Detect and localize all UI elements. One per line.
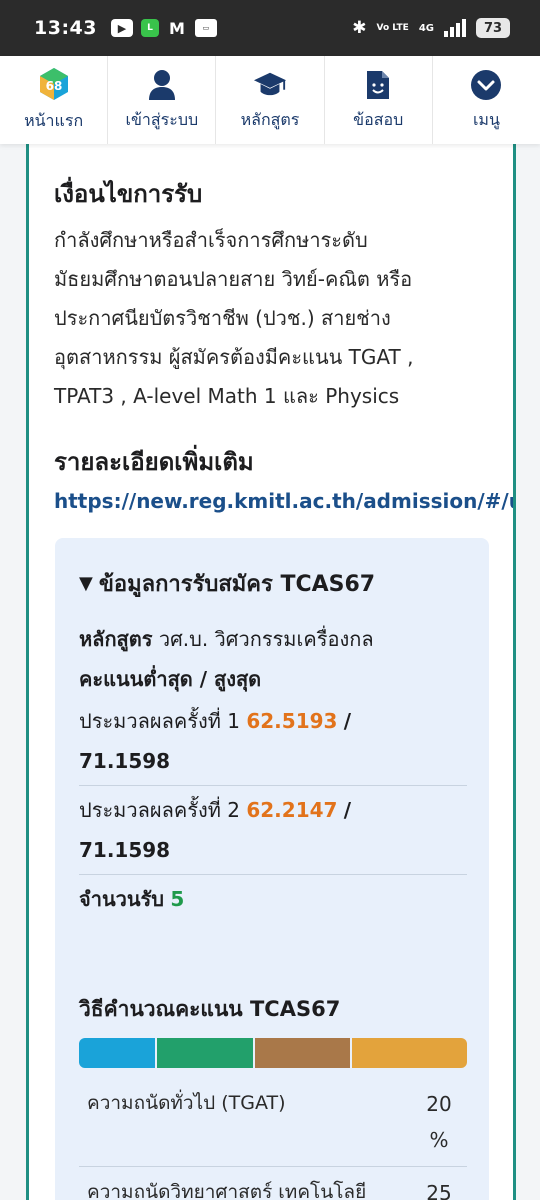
nav-home[interactable]: 68 หน้าแรก — [0, 56, 109, 144]
round-2: ประมวลผลครั้งที่ 2 62.2147 / 71.1598 — [79, 788, 467, 872]
card-title: ข้อมูลการรับสมัคร TCAS67 — [98, 572, 376, 597]
round-max-score: 71.1598 — [79, 838, 171, 862]
divider — [79, 785, 467, 786]
program-row: หลักสูตร วศ.บ. วิศวกรรมเครื่องกล — [79, 619, 467, 659]
bluetooth-icon: ✱ — [352, 18, 367, 38]
subject-name: ความถนัดทั่วไป (TGAT) — [87, 1092, 286, 1114]
notification-icons: ▶ L M ▭ — [110, 18, 217, 38]
condition-heading: เงื่อนไขการรับ — [54, 180, 203, 208]
score-separator: / — [343, 709, 352, 733]
home-logo-text: 68 — [45, 79, 62, 93]
table-row: ความถนัดวิทยาศาสตร์ เทคโนโลยี 25 — [79, 1167, 467, 1200]
seats-row: จำนวนรับ 5 — [79, 879, 467, 919]
condition-line: กำลังศึกษาหรือสำเร็จการศึกษาระดับ — [54, 228, 368, 252]
weight-bar-segment — [352, 1038, 467, 1068]
program-value: วศ.บ. วิศวกรรมเครื่องกล — [158, 627, 374, 651]
round-label: ประมวลผลครั้งที่ 2 — [79, 798, 240, 822]
line-app-icon: L — [140, 19, 159, 37]
chevron-down-circle-icon — [469, 68, 503, 102]
app-notification-icon: ▭ — [194, 19, 217, 37]
battery-icon: 73 — [476, 18, 510, 38]
subject-weight: 25 — [411, 1175, 467, 1200]
status-time: 13:43 — [34, 17, 97, 39]
score-heading: คะแนนต่ำสุด / สูงสุด — [79, 667, 262, 691]
nav-home-label: หน้าแรก — [24, 110, 84, 130]
seats-label: จำนวนรับ — [79, 887, 164, 911]
subject-name: ความถนัดวิทยาศาสตร์ เทคโนโลยี — [87, 1181, 367, 1200]
admission-link[interactable]: https://new.reg.kmitl.ac.th/admission/#/… — [54, 489, 513, 513]
subject-weight: 20 % — [411, 1086, 467, 1158]
network-type: 4G — [418, 22, 434, 34]
nav-exams[interactable]: ข้อสอบ — [325, 56, 433, 144]
nav-courses[interactable]: หลักสูตร — [216, 56, 325, 144]
nav-courses-label: หลักสูตร — [240, 109, 300, 129]
condition-text: กำลังศึกษาหรือสำเร็จการศึกษาระดับ มัธยมศ… — [54, 221, 494, 416]
round-min-score: 62.2147 — [246, 798, 338, 822]
condition-line: TPAT3 , A-level Math 1 และ Physics — [54, 384, 400, 408]
gmail-icon: M — [169, 18, 185, 38]
signal-icon — [444, 19, 466, 37]
program-label: หลักสูตร — [79, 627, 153, 651]
weight-table: ความถนัดทั่วไป (TGAT) 20 % ความถนัดวิทยา… — [79, 1078, 467, 1200]
status-bar: 13:43 ▶ L M ▭ ✱ Vo LTE 4G 73 — [0, 0, 540, 56]
nav-menu[interactable]: เมนู — [433, 56, 540, 144]
round-label: ประมวลผลครั้งที่ 1 — [79, 709, 240, 733]
top-navigation: 68 หน้าแรก เข้าสู่ระบบ หลักสูตร ข้อสอบ เ… — [0, 56, 540, 144]
tcas-info-card: ▼ ข้อมูลการรับสมัคร TCAS67 หลักสูตร วศ.บ… — [55, 538, 489, 1200]
graduation-cap-icon — [253, 68, 287, 102]
table-row: ความถนัดทั่วไป (TGAT) 20 % — [79, 1078, 467, 1167]
condition-line: ประกาศนียบัตรวิชาชีพ (ปวช.) สายช่าง — [54, 306, 391, 330]
weight-bar-segment — [79, 1038, 158, 1068]
nav-login-label: เข้าสู่ระบบ — [125, 109, 199, 129]
weight-bar-segment — [254, 1038, 353, 1068]
triangle-down-icon: ▼ — [79, 573, 93, 594]
round-min-score: 62.5193 — [246, 709, 338, 733]
youtube-icon: ▶ — [110, 19, 133, 37]
weight-unit: % — [429, 1128, 449, 1152]
card-toggle[interactable]: ▼ ข้อมูลการรับสมัคร TCAS67 — [79, 566, 467, 601]
system-icons: ✱ Vo LTE 4G 73 — [352, 18, 510, 38]
weight-number: 25 — [426, 1181, 452, 1200]
program-info: เงื่อนไขการรับ กำลังศึกษาหรือสำเร็จการศึ… — [54, 174, 513, 513]
calc-title: วิธีคำนวณคะแนน TCAS67 — [79, 997, 341, 1021]
weight-bar — [79, 1038, 467, 1068]
program-detail-page: เงื่อนไขการรับ กำลังศึกษาหรือสำเร็จการศึ… — [26, 144, 516, 1200]
condition-line: อุตสาหกรรม ผู้สมัครต้องมีคะแนน TGAT , — [54, 345, 414, 369]
weight-bar-segment — [157, 1038, 255, 1068]
round-1: ประมวลผลครั้งที่ 1 62.5193 / 71.1598 — [79, 699, 467, 783]
nav-login[interactable]: เข้าสู่ระบบ — [108, 56, 217, 144]
round-max-score: 71.1598 — [79, 749, 171, 773]
score-separator: / — [343, 798, 352, 822]
user-icon — [145, 68, 179, 102]
exam-document-icon — [361, 68, 395, 102]
detail-heading: รายละเอียดเพิ่มเติม — [54, 448, 254, 476]
weight-number: 20 — [426, 1092, 452, 1116]
volte-icon: Vo LTE — [376, 22, 409, 33]
home-logo-icon: 68 — [37, 67, 71, 101]
condition-line: มัธยมศึกษาตอนปลายสาย วิทย์-คณิต หรือ — [54, 267, 413, 291]
seats-value: 5 — [170, 887, 185, 911]
nav-exams-label: ข้อสอบ — [353, 109, 404, 129]
divider — [79, 874, 467, 875]
nav-menu-label: เมนู — [472, 109, 500, 129]
